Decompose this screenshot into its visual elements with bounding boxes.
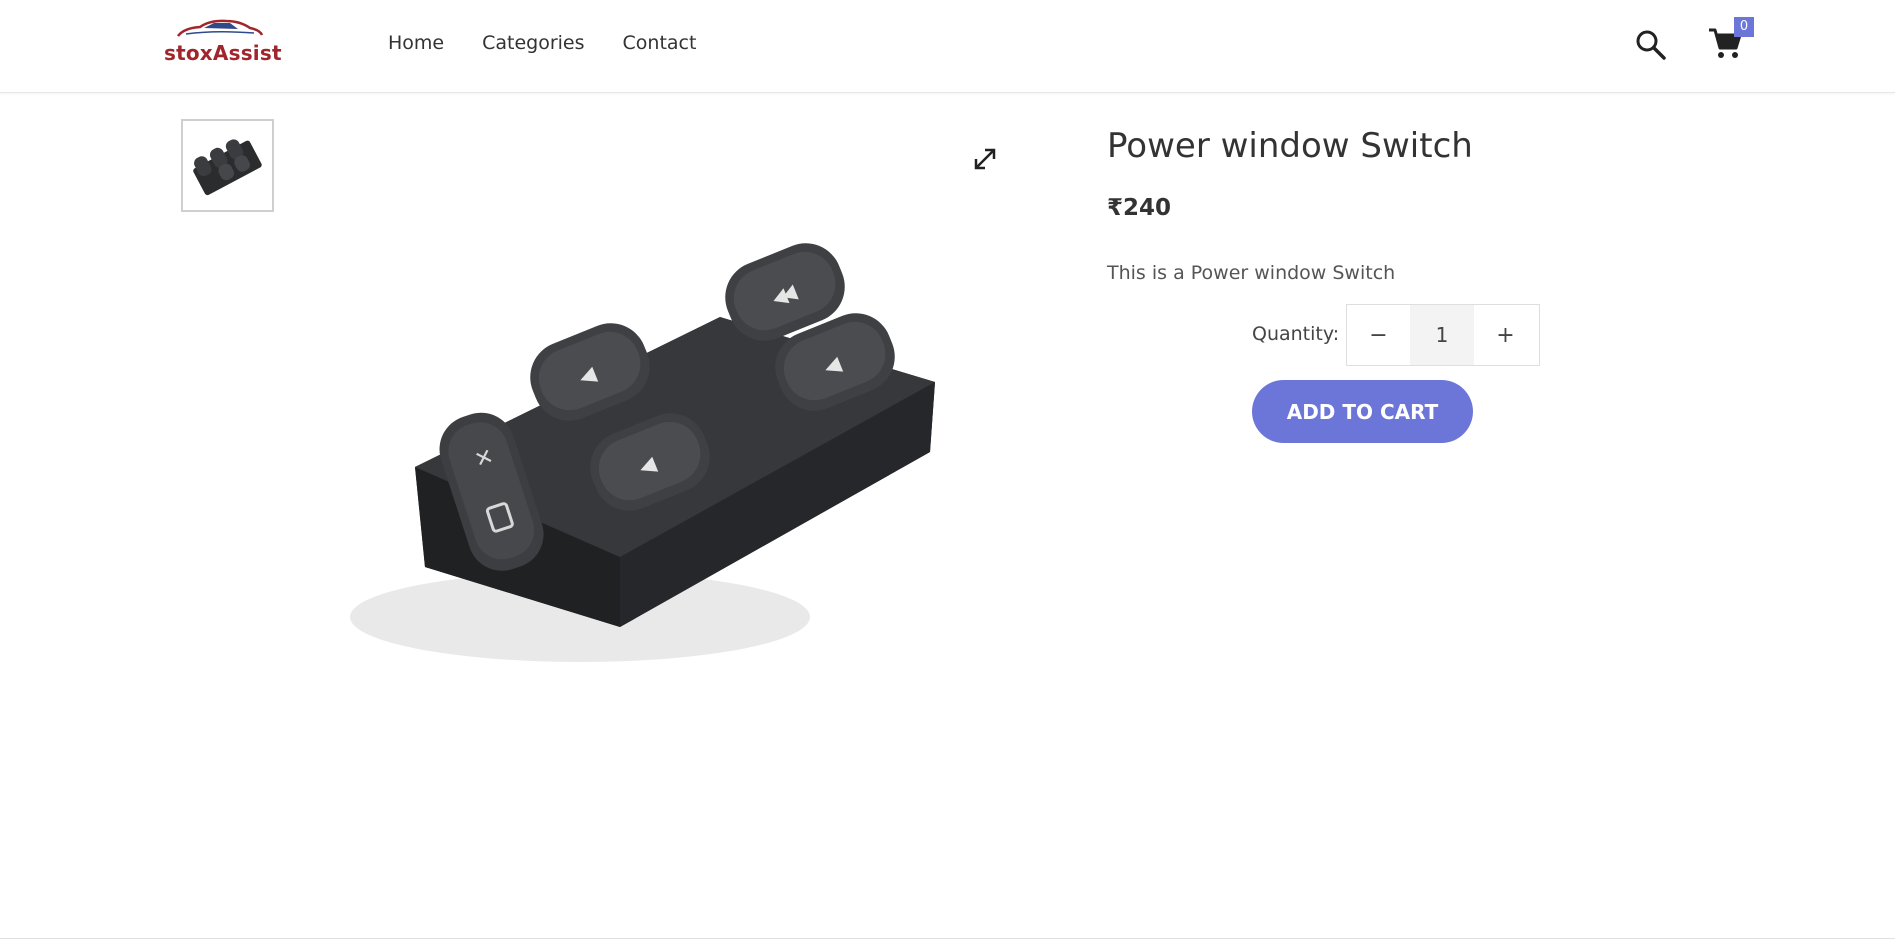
cart-count-badge: 0 (1734, 17, 1754, 37)
nav-categories[interactable]: Categories (482, 32, 584, 54)
quantity-input[interactable] (1410, 305, 1474, 365)
brand-name: stoxAssist (164, 41, 282, 65)
product-description: This is a Power window Switch (1107, 262, 1396, 284)
power-window-switch-image: ✕ (320, 237, 940, 702)
quantity-decrement-button[interactable]: − (1347, 305, 1410, 365)
search-icon (1636, 30, 1666, 60)
search-button[interactable] (1634, 28, 1668, 62)
expand-image-button[interactable] (972, 146, 998, 172)
quantity-stepper: − + (1346, 304, 1540, 366)
nav-home[interactable]: Home (388, 32, 444, 54)
product-main-image: ✕ (320, 237, 940, 702)
add-to-cart-button[interactable]: ADD TO CART (1252, 380, 1473, 443)
thumbnail-image (183, 121, 272, 210)
quantity-increment-button[interactable]: + (1474, 305, 1537, 365)
quantity-label: Quantity: (1252, 323, 1340, 345)
nav-contact[interactable]: Contact (623, 32, 697, 54)
product-title: Power window Switch (1107, 126, 1473, 166)
expand-icon (974, 148, 996, 170)
site-header: stoxAssist Home Categories Contact 0 (0, 0, 1895, 93)
product-thumbnail[interactable] (181, 119, 274, 212)
main-nav: Home Categories Contact (388, 32, 696, 54)
product-price: ₹240 (1107, 195, 1172, 221)
page-divider (0, 938, 1895, 939)
car-logo-icon (177, 19, 264, 37)
brand-logo[interactable]: stoxAssist (164, 16, 282, 66)
